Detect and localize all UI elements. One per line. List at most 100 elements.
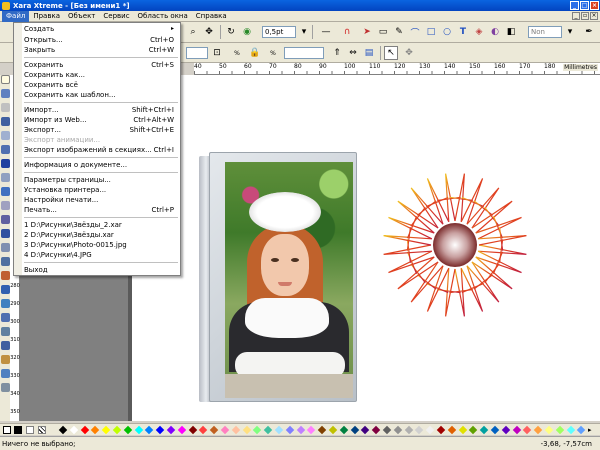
brush-tool-icon[interactable] [1,299,10,308]
menu-item-new[interactable]: Создать ▸ [24,24,180,34]
shadow-tool-icon[interactable] [1,215,10,224]
menu-item-print[interactable]: Печать... Ctrl+P [24,205,180,215]
menu-item-doc-info[interactable]: Информация о документе... [24,160,180,170]
menu-item-open[interactable]: Открыть... Ctrl+O [24,35,180,45]
bring-front-icon[interactable]: ⇑ [330,46,344,60]
transparency-icon[interactable]: ◐ [488,25,502,39]
menu-item-save[interactable]: Сохранить Ctrl+S [24,60,180,70]
rectangle-icon[interactable]: □ [424,25,438,39]
menu-help[interactable]: Справка [192,11,231,22]
shadow-icon[interactable]: ◧ [504,25,518,39]
palette-swatch[interactable] [307,425,316,435]
palette-swatch[interactable] [80,425,89,435]
scale-percent-icon[interactable]: % [266,46,280,60]
menu-item-import-web[interactable]: Импорт из Web... Ctrl+Alt+W [24,115,180,125]
lock-aspect-icon[interactable]: ⊡ [210,46,224,60]
lock-icon[interactable]: 🔒 [248,46,262,60]
palette-swatch[interactable] [166,425,176,435]
minimize-button[interactable]: _ [570,1,579,10]
palette-swatch[interactable] [371,425,381,435]
menu-item-exit[interactable]: Выход [24,265,180,275]
palette-swatch[interactable] [447,425,457,435]
ellipse-tool-icon[interactable] [1,145,10,154]
menu-edit[interactable]: Правка [29,11,64,22]
text-tool-icon[interactable] [1,173,10,182]
extrude-tool-icon[interactable] [1,285,10,294]
palette-swatch[interactable] [317,425,327,435]
palette-swatch[interactable] [328,425,338,435]
palette-swatch[interactable] [382,425,392,435]
rotate-icon[interactable]: ↻ [224,25,238,39]
doc-close-button[interactable]: × [590,12,598,20]
menu-object[interactable]: Объект [64,11,99,22]
palette-swatch[interactable] [523,425,532,435]
slice-tool-icon[interactable] [1,341,10,350]
menu-item-export[interactable]: Экспорт... Shift+Ctrl+E [24,125,180,135]
line-name-dropdown-icon[interactable]: ▾ [563,25,577,39]
freehand-tool-icon[interactable] [1,103,10,112]
menu-service[interactable]: Сервис [99,11,133,22]
palette-swatch[interactable] [350,425,359,435]
fill-icon[interactable]: ◉ [240,25,254,39]
blend-tool-icon[interactable] [1,243,10,252]
palette-swatch[interactable] [512,425,521,435]
palette-swatch[interactable] [425,425,435,435]
selection-arrow-icon[interactable]: ↖ [384,46,398,60]
rotation-field[interactable] [284,47,324,59]
palette-swatch[interactable] [285,425,295,435]
palette-scroll-right-icon[interactable]: ▸ [588,426,592,434]
zoom-icon[interactable]: ⌕ [186,25,200,39]
mould-tool-icon[interactable] [1,257,10,266]
eyedropper-icon[interactable]: ✒ [582,25,596,39]
palette-swatch[interactable] [533,425,543,435]
palette-swatch[interactable] [458,425,467,435]
contour-tool-icon[interactable] [1,229,10,238]
eyedropper-tool-icon[interactable] [1,383,10,392]
menu-item-save-as[interactable]: Сохранить как... [24,70,180,80]
palette-swatch[interactable] [490,425,500,435]
menu-item-page-setup[interactable]: Параметры страницы... [24,175,180,185]
palette-swatch[interactable] [58,425,68,435]
menu-item-recent-3[interactable]: 3 D:\Рисунки\Photo-0015.jpg [24,240,180,250]
palette-swatch[interactable] [404,425,413,435]
palette-swatch[interactable] [231,425,241,435]
doc-minimize-button[interactable]: _ [572,12,580,20]
menu-item-print-options[interactable]: Настройки печати... [24,195,180,205]
palette-swatch[interactable] [253,425,262,435]
menu-item-save-template[interactable]: Сохранить как шаблон... [24,90,180,100]
palette-swatch[interactable] [339,425,349,435]
arrow-icon[interactable]: ➤ [360,25,374,39]
align-icon[interactable]: ▤ [362,46,376,60]
menu-item-import[interactable]: Импорт... Shift+Ctrl+I [24,105,180,115]
pan-icon[interactable]: ✥ [202,25,216,39]
fill-tool-icon[interactable] [1,187,10,196]
palette-swatch[interactable] [469,425,478,435]
menu-item-printer-setup[interactable]: Установка принтера... [24,185,180,195]
palette-swatch[interactable] [566,425,575,435]
bevel-tool-icon[interactable] [1,271,10,280]
palette-swatch[interactable] [188,425,197,435]
transform-icon[interactable]: ✥ [402,46,416,60]
palette-swatch[interactable] [199,425,208,435]
photo-book-graphic[interactable] [199,152,357,404]
palette-swatch[interactable] [479,425,489,435]
menu-item-recent-2[interactable]: 2 D:\Рисунки\Звёзды.xar [24,230,180,240]
palette-swatch[interactable] [544,425,554,435]
pen-tool-icon[interactable] [1,117,10,126]
palette-swatch[interactable] [112,425,122,435]
menu-window[interactable]: Область окна [134,11,192,22]
no-color-swatch[interactable] [3,426,11,434]
palette-swatch[interactable] [123,425,133,435]
palette-swatch[interactable] [361,425,370,435]
palette-swatch[interactable] [436,425,446,435]
close-button[interactable]: × [590,1,599,10]
line-width-field[interactable]: 0,5pt [262,26,296,38]
palette-swatch[interactable] [134,425,143,435]
palette-swatch[interactable] [220,425,230,435]
menu-item-export-slices[interactable]: Экспорт изображений в секциях... Ctrl+I [24,145,180,155]
text-tool-icon[interactable]: T [456,25,470,39]
doc-restore-button[interactable]: ▫ [581,12,589,20]
palette-swatch[interactable] [501,425,511,435]
shape-icon[interactable]: ▭ [376,25,390,39]
bezier-icon[interactable]: ⌒ [408,25,422,39]
